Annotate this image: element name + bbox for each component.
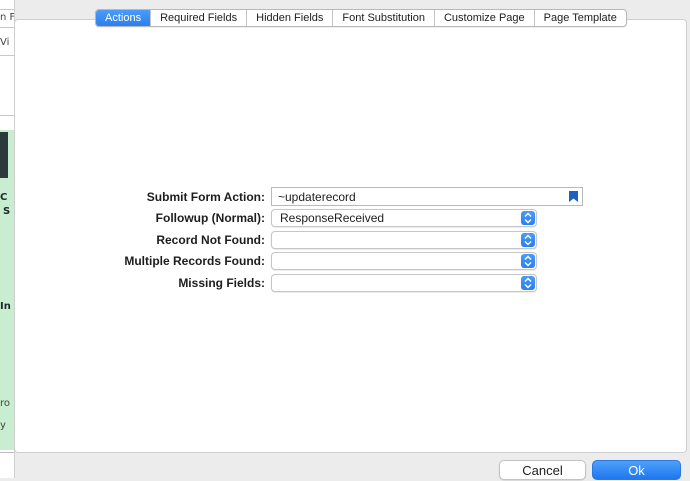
submit-action-field[interactable] [271,187,583,206]
tab-actions[interactable]: Actions [96,10,152,26]
followup-value: ResponseReceived [280,211,385,225]
background-fragment: y [0,420,6,431]
submit-action-input[interactable] [272,188,568,205]
missing-fields-select[interactable] [271,274,537,292]
tab-page-template[interactable]: Page Template [535,10,626,26]
record-not-found-select[interactable] [271,231,537,249]
cancel-button[interactable]: Cancel [499,460,586,480]
followup-label: Followup (Normal): [155,211,265,225]
chevron-updown-icon[interactable] [521,211,535,225]
submit-action-label: Submit Form Action: [146,190,265,204]
tab-customize-page[interactable]: Customize Page [435,10,535,26]
tab-required-fields[interactable]: Required Fields [151,10,248,26]
background-fragment: In [0,301,11,312]
tab-font-substitution[interactable]: Font Substitution [333,10,435,26]
background-fragment: ro [0,398,11,409]
tab-bar: Actions Required Fields Hidden Fields Fo… [95,9,627,27]
chevron-updown-icon[interactable] [521,233,535,247]
background-logo [0,132,8,178]
record-not-found-label: Record Not Found: [156,233,265,247]
multiple-records-select[interactable] [271,252,537,270]
followup-select[interactable]: ResponseReceived [271,209,537,227]
multiple-records-label: Multiple Records Found: [124,254,265,268]
background-fragment: Vi [0,37,10,48]
tab-hidden-fields[interactable]: Hidden Fields [247,10,334,26]
chevron-updown-icon[interactable] [521,276,535,290]
missing-fields-label: Missing Fields: [178,276,265,290]
bookmark-icon[interactable] [569,191,578,202]
background-fragment: n F [0,12,15,23]
chevron-updown-icon[interactable] [521,254,535,268]
ok-button[interactable]: Ok [592,460,681,480]
